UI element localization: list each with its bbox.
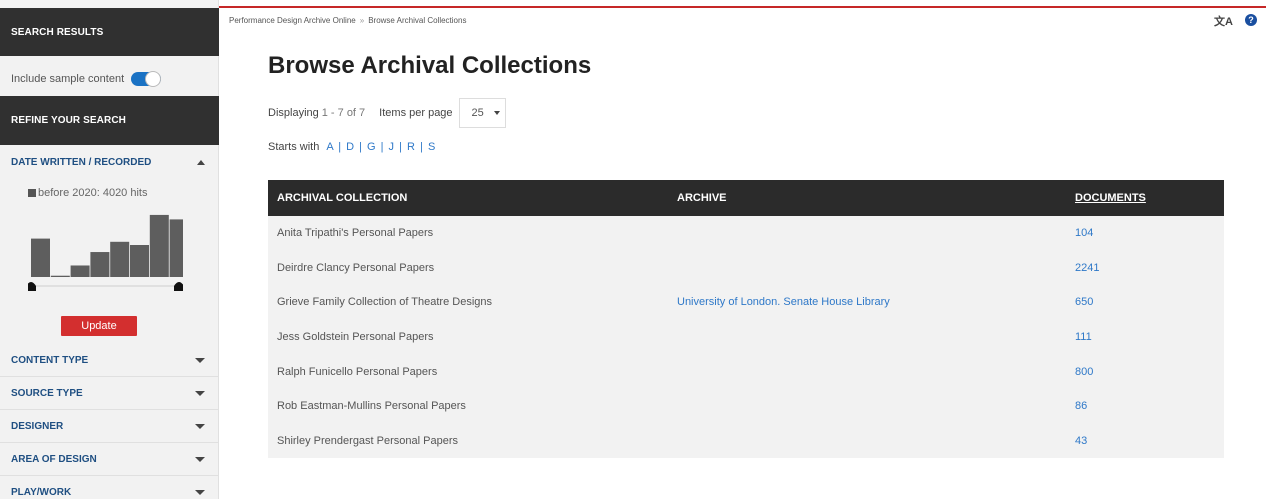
facet-label: PLAY/WORK [11,486,72,498]
displaying-range: 1 - 7 of 7 [321,107,366,119]
facet-play-work[interactable]: PLAY/WORK [0,476,219,499]
collection-cell: Shirley Prendergast Personal Papers [277,434,458,447]
facet-label: DESIGNER [11,420,64,432]
include-sample-label: Include sample content [11,73,125,85]
collections-table: ARCHIVAL COLLECTION ARCHIVE DOCUMENTS An… [268,180,1224,459]
facet-content-type[interactable]: CONTENT TYPE [0,344,219,377]
translate-icon[interactable]: 文A [1214,13,1233,29]
items-per-page-label: Items per page [379,107,453,119]
search-results-title: SEARCH RESULTS [11,26,104,38]
archive-cell[interactable]: University of London. Senate House Libra… [677,285,890,320]
dropdown-caret-icon [493,111,500,115]
include-sample-toggle[interactable] [131,71,162,87]
date-histogram [28,214,183,291]
facet-label: CONTENT TYPE [11,354,89,366]
table-row[interactable]: Shirley Prendergast Personal Papers 43 [268,424,1224,459]
column-header-collection: ARCHIVAL COLLECTION [277,192,408,204]
documents-cell[interactable]: 800 [1075,354,1093,389]
collection-cell: Grieve Family Collection of Theatre Desi… [277,296,492,309]
histogram-bar [70,265,90,277]
collection-cell: Anita Tripathi's Personal Papers [277,227,434,240]
legend-square-icon [28,189,36,197]
table-row[interactable]: Anita Tripathi's Personal Papers 104 [268,216,1224,251]
documents-cell[interactable]: 86 [1075,389,1087,424]
documents-cell[interactable]: 111 [1075,320,1092,355]
chevron-up-icon [197,159,205,165]
chevron-down-icon [195,456,205,462]
collection-cell: Jess Goldstein Personal Papers [277,331,434,344]
sidebar: SEARCH RESULTS Include sample content RE… [0,0,219,499]
collection-cell: Ralph Funicello Personal Papers [277,365,438,378]
chevron-down-icon [195,357,205,363]
top-accent-line [219,6,1266,8]
histogram-legend-text: before 2020: 4020 hits [38,187,148,199]
facet-source-type[interactable]: SOURCE TYPE [0,377,219,410]
refine-search-header: REFINE YOUR SEARCH [0,96,219,145]
slider-handle-left[interactable] [28,282,36,291]
column-header-documents[interactable]: DOCUMENTS [1075,180,1146,216]
page-title: Browse Archival Collections [268,52,592,79]
displaying-label: Displaying [268,107,319,119]
documents-cell[interactable]: 2241 [1075,251,1099,286]
items-per-page-select[interactable]: 25 [458,98,506,128]
documents-cell[interactable]: 43 [1075,424,1087,459]
chevron-down-icon [195,390,205,396]
histogram-bar [169,219,183,277]
table-row[interactable]: Ralph Funicello Personal Papers 800 [268,354,1224,389]
documents-cell[interactable]: 104 [1075,216,1093,251]
refine-search-title: REFINE YOUR SEARCH [11,115,126,126]
search-results-header: SEARCH RESULTS [0,8,219,56]
histogram-bar [110,241,130,277]
include-sample-row: Include sample content [0,64,219,94]
histogram-bar [149,214,169,277]
help-icon[interactable]: ? [1245,14,1257,26]
table-row[interactable]: Grieve Family Collection of Theatre Desi… [268,285,1224,320]
facet-label: SOURCE TYPE [11,387,83,399]
table-body: Anita Tripathi's Personal Papers 104 Deird… [268,216,1224,459]
table-row[interactable]: Jess Goldstein Personal Papers 111 [268,320,1224,355]
update-button[interactable]: Update [61,316,137,336]
facet-date-written[interactable]: DATE WRITTEN / RECORDED [0,146,219,178]
starts-with-letters[interactable]: A | D | G | J | R | S [326,141,436,153]
chevron-down-icon [195,489,205,495]
table-row[interactable]: Rob Eastman-Mullins Personal Papers 86 [268,389,1224,424]
histogram-legend: before 2020: 4020 hits [28,187,147,199]
breadcrumb: Performance Design Archive Online» Browse… [229,16,466,25]
facet-area-of-design[interactable]: AREA OF DESIGN [0,443,219,476]
toggle-knob [145,71,162,87]
facet-label: AREA OF DESIGN [11,453,97,465]
results-summary: Displaying 1 - 7 of 7 Items per page 25 [268,98,506,128]
histogram-bar [50,275,70,277]
breadcrumb-home[interactable]: Performance Design Archive Online [229,16,356,25]
starts-with-filter: Starts with A | D | G | J | R | S [268,141,436,153]
facet-date-label: DATE WRITTEN / RECORDED [11,156,152,168]
items-per-page-value: 25 [471,107,484,119]
facet-designer[interactable]: DESIGNER [0,410,219,443]
starts-with-label: Starts with [268,141,320,153]
chevron-down-icon [195,423,205,429]
histogram-bar [130,245,149,277]
table-header: ARCHIVAL COLLECTION ARCHIVE DOCUMENTS [268,180,1224,216]
histogram-bar [90,252,110,277]
slider-handle-right[interactable] [174,282,183,291]
table-row[interactable]: Deirdre Clancy Personal Papers 2241 [268,251,1224,286]
histogram-bar [31,238,50,277]
collection-cell: Rob Eastman-Mullins Personal Papers [277,400,466,413]
breadcrumb-current: Browse Archival Collections [368,16,467,25]
column-header-archive: ARCHIVE [677,192,727,204]
breadcrumb-separator: » [359,16,365,25]
documents-cell[interactable]: 650 [1075,285,1093,320]
collection-cell: Deirdre Clancy Personal Papers [277,261,435,274]
